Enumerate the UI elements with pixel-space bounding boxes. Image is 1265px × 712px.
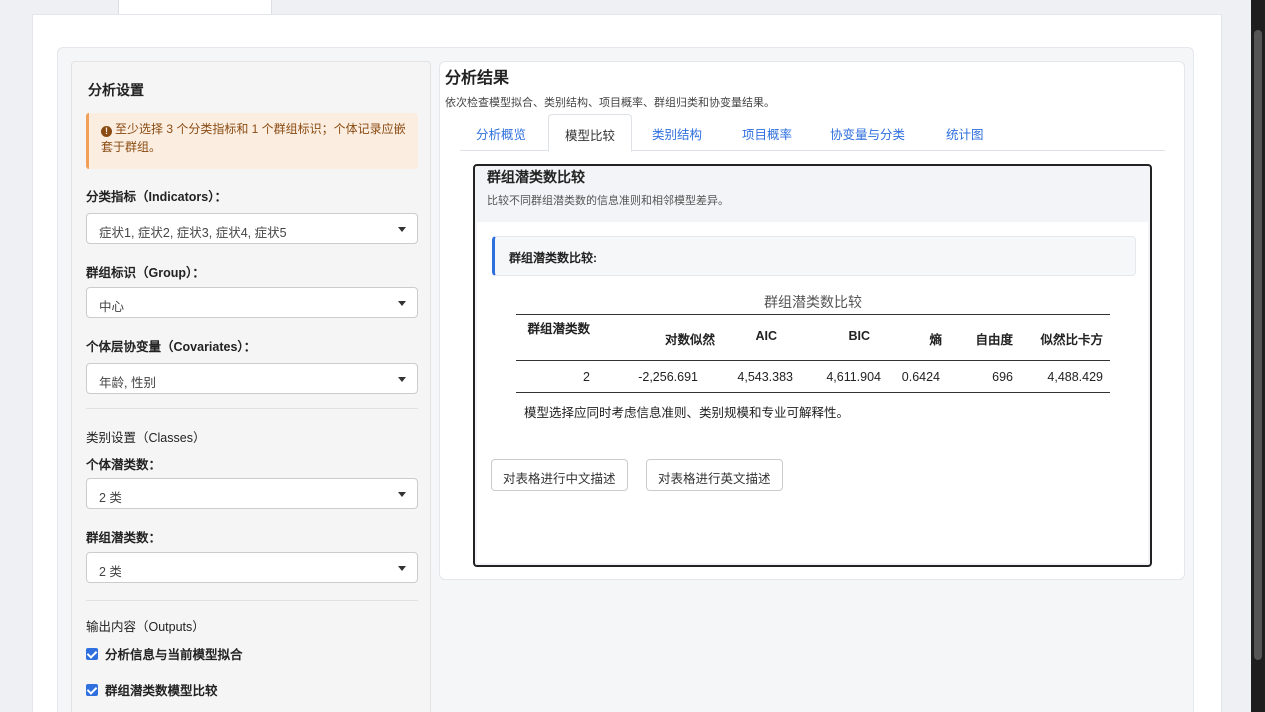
tab-plots[interactable]: 统计图 <box>930 114 1000 151</box>
checkbox-checked-icon[interactable] <box>86 683 98 696</box>
chevron-down-icon <box>398 301 406 306</box>
checkbox-checked-icon[interactable] <box>86 647 98 660</box>
tab-class-structure[interactable]: 类别结构 <box>636 114 718 151</box>
table-cell: 696 <box>992 370 1013 384</box>
chevron-down-icon <box>398 492 406 497</box>
individual-classes-label: 个体潜类数： <box>86 458 162 472</box>
divider <box>86 600 418 601</box>
chevron-down-icon <box>398 377 406 382</box>
settings-sidebar: 分析设置 ! 至少选择 3 个分类指标和 1 个群组标识；个体记录应嵌套于群组。 … <box>71 61 431 712</box>
group-classes-select[interactable]: 2 类 <box>86 552 418 583</box>
output-option-label: 分析信息与当前模型拟合 <box>105 648 243 662</box>
chevron-down-icon <box>398 227 406 232</box>
results-subtitle: 依次检查模型拟合、类别结构、项目概率、群组归类和协变量结果。 <box>445 97 775 109</box>
block-label: 群组潜类数比较: <box>492 236 1136 276</box>
table-header-cell: 群组潜类数 <box>527 322 590 336</box>
output-option-label: 群组潜类数模型比较 <box>105 684 218 698</box>
table-bottom-rule <box>516 392 1110 393</box>
table-header-cell: 对数似然 <box>664 333 715 347</box>
table-caption: 群组潜类数比较 <box>764 294 862 310</box>
results-title: 分析结果 <box>445 70 510 87</box>
warning-alert: ! 至少选择 3 个分类指标和 1 个群组标识；个体记录应嵌套于群组。 <box>86 113 418 169</box>
table-cell: 4,611.904 <box>826 370 881 384</box>
indicators-label: 分类指标（Indicators）： <box>86 190 227 204</box>
table-cell: 4,488.429 <box>1047 370 1103 384</box>
indicators-select[interactable]: 症状1, 症状2, 症状3, 症状4, 症状5 <box>86 213 418 244</box>
covariates-label: 个体层协变量（Covariates）： <box>86 340 257 354</box>
section-subtitle: 比较不同群组潜类数的信息准则和相邻模型差异。 <box>487 195 729 207</box>
table-header-cell: AIC <box>755 329 777 343</box>
table-cell: 2 <box>583 370 590 384</box>
results-tabs: 分析概览 模型比较 类别结构 项目概率 协变量与分类 统计图 <box>460 114 1165 152</box>
table-header-cell: 熵 <box>929 333 942 347</box>
group-classes-label: 群组潜类数： <box>86 531 162 545</box>
group-value: 中心 <box>99 300 125 314</box>
describe-cn-button[interactable]: 对表格进行中文描述 <box>491 459 628 491</box>
tab-item-probability[interactable]: 项目概率 <box>726 114 808 151</box>
covariates-value: 年龄, 性别 <box>99 376 156 390</box>
output-option-comparison[interactable]: 群组潜类数模型比较 <box>86 680 218 699</box>
table-note: 模型选择应同时考虑信息准则、类别规模和专业可解释性。 <box>524 406 850 420</box>
alert-icon: ! <box>101 126 112 137</box>
outputs-heading: 输出内容（Outputs） <box>86 620 205 634</box>
top-tab[interactable] <box>118 0 272 14</box>
individual-classes-value: 2 类 <box>99 491 122 505</box>
table-cell: 0.6424 <box>901 370 940 384</box>
individual-classes-select[interactable]: 2 类 <box>86 478 418 509</box>
describe-en-button[interactable]: 对表格进行英文描述 <box>646 459 783 491</box>
table-cell: 4,543.383 <box>737 370 793 384</box>
sidebar-title: 分析设置 <box>88 82 144 98</box>
output-option-fit[interactable]: 分析信息与当前模型拟合 <box>86 644 243 663</box>
tab-model-comparison[interactable]: 模型比较 <box>548 114 633 152</box>
classes-heading: 类别设置（Classes） <box>86 431 206 445</box>
table-header-rule <box>516 360 1110 361</box>
chevron-down-icon <box>398 566 406 571</box>
table-cell: -2,256.691 <box>638 370 698 384</box>
table-header-cell: 似然比卡方 <box>1040 333 1103 347</box>
table-top-rule <box>516 314 1110 315</box>
covariates-select[interactable]: 年龄, 性别 <box>86 363 418 394</box>
section-title: 群组潜类数比较 <box>487 169 585 185</box>
group-classes-value: 2 类 <box>99 565 122 579</box>
tab-covariates[interactable]: 协变量与分类 <box>814 114 921 151</box>
scrollbar-thumb[interactable] <box>1254 30 1262 660</box>
table-header-cell: BIC <box>848 329 870 343</box>
group-label: 群组标识（Group）： <box>86 266 205 280</box>
table-header-cell: 自由度 <box>975 333 1013 347</box>
group-select[interactable]: 中心 <box>86 287 418 318</box>
warning-text: 至少选择 3 个分类指标和 1 个群组标识；个体记录应嵌套于群组。 <box>101 122 406 154</box>
indicators-value: 症状1, 症状2, 症状3, 症状4, 症状5 <box>99 226 287 240</box>
tab-overview[interactable]: 分析概览 <box>460 114 542 151</box>
divider <box>86 408 418 409</box>
